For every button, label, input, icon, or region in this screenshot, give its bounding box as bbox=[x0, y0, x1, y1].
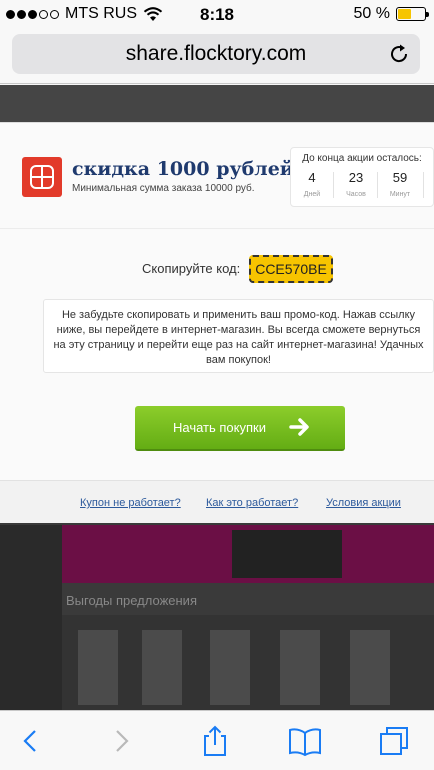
gift-logo-icon bbox=[22, 157, 62, 197]
timer-minutes-label: Минут bbox=[389, 191, 411, 198]
status-bar: MTS RUS 8:18 50 % bbox=[0, 0, 434, 30]
battery-percent: 50 % bbox=[353, 5, 390, 22]
how-it-works-link[interactable]: Как это работает? bbox=[206, 497, 298, 509]
address-bar-area: share.flocktory.com bbox=[0, 30, 434, 84]
battery-icon bbox=[396, 7, 429, 21]
copy-code-label: Скопируйте код: bbox=[142, 261, 241, 276]
promo-code[interactable]: CCE570BE bbox=[249, 255, 333, 283]
back-icon[interactable] bbox=[13, 725, 47, 757]
offer-title: скидка 1000 рублей bbox=[72, 158, 294, 180]
timer-title: До конца акции осталось: bbox=[302, 153, 422, 164]
timer-days-label: Дней bbox=[303, 191, 321, 198]
background-sidebar bbox=[0, 525, 62, 710]
bookmarks-icon[interactable] bbox=[288, 725, 322, 757]
background-header bbox=[0, 85, 434, 125]
status-right: 50 % bbox=[353, 5, 429, 23]
timer-days-value: 4 bbox=[308, 170, 316, 185]
start-shopping-label: Начать покупки bbox=[173, 420, 266, 435]
terms-link[interactable]: Условия акции bbox=[326, 497, 401, 509]
background-product bbox=[78, 630, 118, 705]
address-bar[interactable]: share.flocktory.com bbox=[12, 34, 420, 74]
timer-minutes: 59 Минут bbox=[383, 170, 417, 198]
share-icon[interactable] bbox=[198, 725, 232, 757]
timer-hours: 23 Часов bbox=[339, 170, 373, 198]
start-shopping-button[interactable]: Начать покупки bbox=[135, 406, 345, 451]
background-product bbox=[350, 630, 390, 705]
coupon-modal: скидка 1000 рублей Минимальная сумма зак… bbox=[0, 122, 434, 523]
timer-minutes-value: 59 bbox=[392, 170, 408, 185]
reload-icon[interactable] bbox=[388, 43, 410, 65]
timer-days: 4 Дней bbox=[295, 170, 329, 198]
background-banner-image bbox=[232, 530, 342, 578]
background-product bbox=[280, 630, 320, 705]
header-divider bbox=[0, 228, 434, 229]
tabs-icon[interactable] bbox=[378, 725, 412, 757]
coupon-not-working-link[interactable]: Купон не работает? bbox=[80, 497, 181, 509]
timer-hours-value: 23 bbox=[348, 170, 364, 185]
browser-toolbar bbox=[0, 710, 434, 770]
timer-hours-label: Часов bbox=[346, 191, 366, 198]
forward-icon[interactable] bbox=[105, 725, 139, 757]
background-product bbox=[210, 630, 250, 705]
countdown-timer: До конца акции осталось: 4 Дней 23 Часов… bbox=[290, 147, 434, 207]
url-text: share.flocktory.com bbox=[125, 42, 307, 65]
info-message: Не забудьте скопировать и применить ваш … bbox=[43, 299, 434, 373]
arrow-right-icon bbox=[289, 418, 309, 436]
background-heading: Выгоды предложения bbox=[66, 593, 197, 608]
background-product bbox=[142, 630, 182, 705]
modal-footer: Купон не работает? Как это работает? Усл… bbox=[0, 480, 434, 523]
offer-subtitle: Минимальная сумма заказа 10000 руб. bbox=[72, 183, 255, 194]
